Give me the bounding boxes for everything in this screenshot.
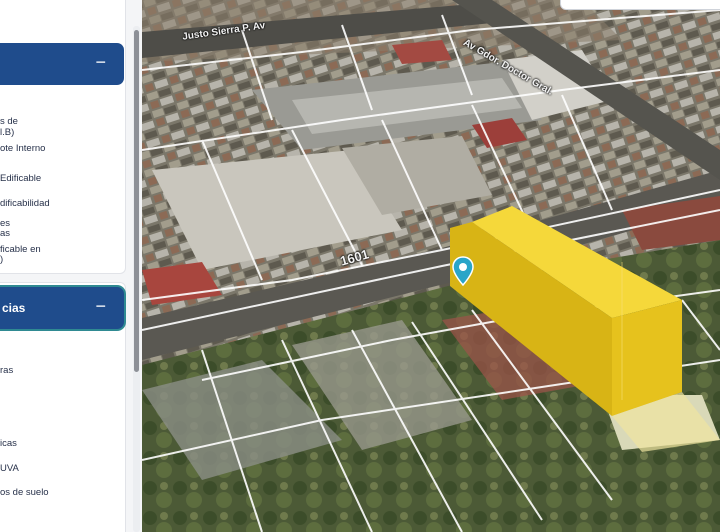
- layers-card-1: − s de l.B) ote Interno Edificable dific…: [0, 0, 126, 274]
- layer-item[interactable]: as: [0, 228, 10, 239]
- layer-item[interactable]: os de suelo: [0, 487, 49, 498]
- layer-item[interactable]: s de: [0, 116, 18, 127]
- layers-sidebar: − s de l.B) ote Interno Edificable dific…: [0, 0, 142, 532]
- sidebar-scrollbar-thumb[interactable]: [134, 30, 139, 372]
- map-search-box[interactable]: [560, 0, 720, 10]
- section-2-header[interactable]: cias −: [0, 287, 124, 329]
- layer-item[interactable]: dificabilidad: [0, 198, 50, 209]
- layer-item[interactable]: l.B): [0, 127, 14, 138]
- layer-item[interactable]: ): [0, 254, 3, 265]
- layer-item[interactable]: ote Interno: [0, 143, 45, 154]
- collapse-icon[interactable]: −: [95, 52, 106, 72]
- layers-card-2: cias − ras icas UVA os de suelo: [0, 282, 126, 532]
- section-1-header[interactable]: −: [0, 43, 124, 85]
- layer-item[interactable]: Edificable: [0, 173, 41, 184]
- section-2-title: cias: [2, 301, 26, 315]
- layer-item[interactable]: ras: [0, 365, 13, 376]
- layer-item[interactable]: icas: [0, 438, 17, 449]
- map-pin-icon[interactable]: [452, 256, 474, 286]
- layer-item[interactable]: ficable en: [0, 244, 41, 255]
- aerial-imagery: [142, 0, 720, 532]
- collapse-icon[interactable]: −: [95, 296, 106, 316]
- layer-item[interactable]: UVA: [0, 463, 19, 474]
- map-viewport[interactable]: Justo Sierra P. Av Av Gdor. Doctor Gral.…: [142, 0, 720, 532]
